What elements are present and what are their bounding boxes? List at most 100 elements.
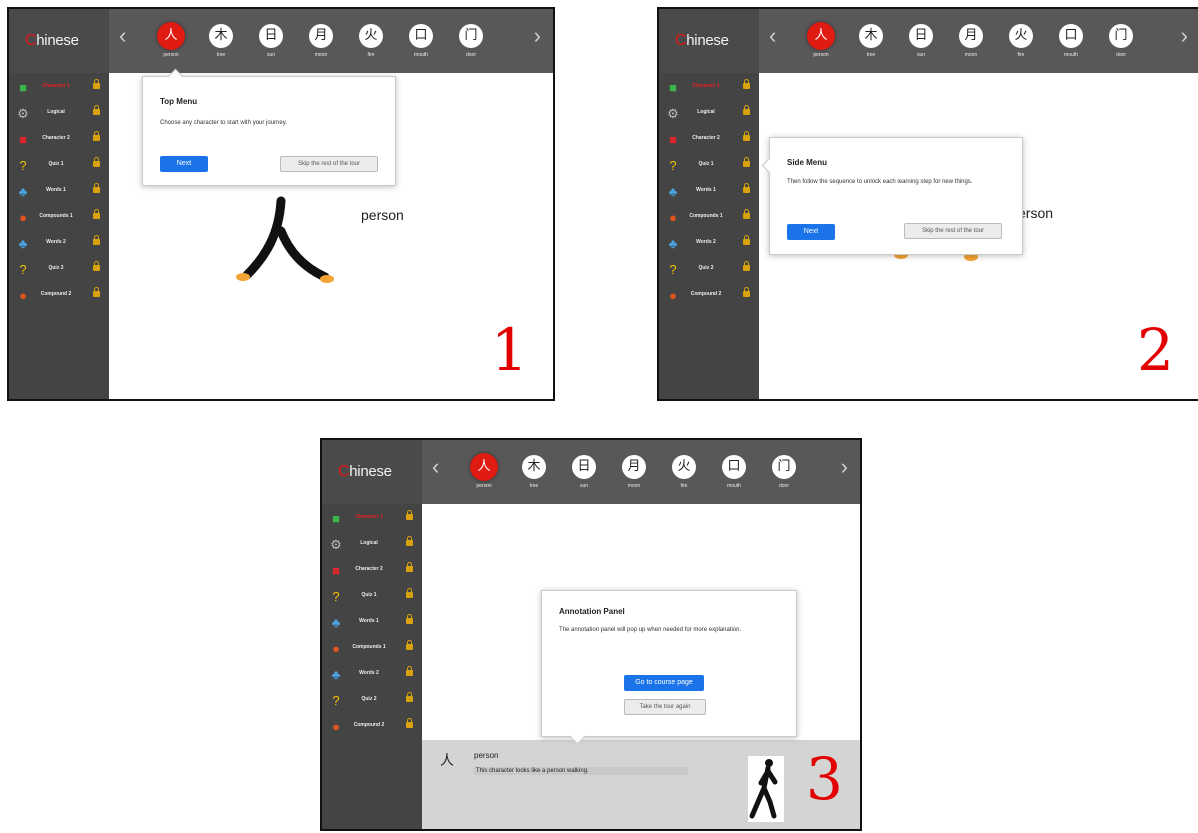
sidebar-item-quiz-2[interactable]: ? Quiz 2	[659, 259, 759, 285]
character-door-button[interactable]: 门	[1109, 24, 1133, 48]
logo-letter: C	[675, 32, 687, 49]
logo-text: hinese	[349, 463, 392, 480]
sidebar-item-words-1[interactable]: ♣ Words 1	[322, 612, 422, 638]
sidebar-item-quiz-1[interactable]: ? Quiz 1	[322, 586, 422, 612]
next-button[interactable]: Next	[160, 156, 208, 172]
sidebar-item-words-2[interactable]: ♣ Words 2	[9, 233, 109, 259]
sidebar-item-label: Words 2	[46, 239, 66, 245]
character-moon-button[interactable]: 月	[309, 24, 333, 48]
character-fire-button[interactable]: 火	[1009, 24, 1033, 48]
character-sun-button[interactable]: 日	[259, 24, 283, 48]
character-person-label: person	[813, 52, 829, 58]
sidebar-item-compound-2[interactable]: ● Compound 2	[9, 285, 109, 311]
character-mouth-label: mouth	[414, 52, 428, 58]
character-person-button[interactable]: 人	[807, 22, 835, 50]
sidebar-item-label: Quiz 2	[698, 265, 714, 271]
sidebar-item-compounds-1[interactable]: ● Compounds 1	[659, 207, 759, 233]
next-arrow-icon[interactable]: ›	[841, 456, 848, 478]
go-to-course-page-button[interactable]: Go to course page	[624, 675, 704, 691]
character-moon-button[interactable]: 月	[959, 24, 983, 48]
step-number: 1	[491, 316, 528, 384]
next-button[interactable]: Next	[787, 224, 835, 240]
character-fire-label: fire	[367, 52, 375, 58]
character-door-button[interactable]: 门	[459, 24, 483, 48]
sidebar-item-character-1[interactable]: ■ Character 1	[659, 77, 759, 103]
cubes-icon: ♣	[331, 615, 341, 630]
top-menu: Chinese ‹ 人 person 木 tree 日 sun 月 moon 火 fire 口 mou…	[9, 9, 553, 73]
question-icon: ?	[332, 589, 340, 604]
sidebar-item-compounds-1[interactable]: ● Compounds 1	[9, 207, 109, 233]
sidebar-item-compound-2[interactable]: ● Compound 2	[322, 716, 422, 742]
character-door-button[interactable]: 门	[772, 455, 796, 479]
gear-icon: ⚙	[667, 106, 679, 121]
sidebar-item-logical[interactable]: ⚙ Logical	[659, 103, 759, 129]
sidebar-item-quiz-1[interactable]: ? Quiz 1	[9, 155, 109, 181]
character-sun-button[interactable]: 日	[909, 24, 933, 48]
sidebar-item-label: Words 1	[46, 187, 66, 193]
sidebar-item-words-1[interactable]: ♣ Words 1	[659, 181, 759, 207]
sidebar-item-label: Logical	[360, 540, 378, 546]
dialog-body: The annotation panel will pop up when ne…	[559, 627, 742, 633]
walking-person-character	[236, 196, 334, 283]
character-tree-label: tree	[866, 52, 876, 58]
brand-logo: Chinese	[659, 9, 759, 73]
character-fire-button[interactable]: 火	[672, 455, 696, 479]
character-tree-button[interactable]: 木	[522, 455, 546, 479]
character-sun-button[interactable]: 日	[572, 455, 596, 479]
character-mouth-label: mouth	[727, 483, 741, 489]
sidebar-item-words-1[interactable]: ♣ Words 1	[9, 181, 109, 207]
sidebar-item-quiz-2[interactable]: ? Quiz 2	[9, 259, 109, 285]
sidebar-item-quiz-2[interactable]: ? Quiz 2	[322, 690, 422, 716]
character-moon-button[interactable]: 月	[622, 455, 646, 479]
sidebar-item-character-2[interactable]: ■ Character 2	[9, 129, 109, 155]
sidebar-item-words-2[interactable]: ♣ Words 2	[659, 233, 759, 259]
character-fire-label: fire	[680, 483, 688, 489]
sidebar-item-label: Words 2	[359, 670, 379, 676]
lock-icon	[93, 105, 100, 115]
character-mouth-button[interactable]: 口	[409, 24, 433, 48]
character-fire-label: fire	[1017, 52, 1025, 58]
prev-arrow-icon[interactable]: ‹	[432, 456, 439, 478]
prev-arrow-icon[interactable]: ‹	[119, 25, 126, 47]
take-tour-again-button[interactable]: Take the tour again	[624, 699, 706, 715]
character-moon-label: moon	[627, 483, 641, 489]
character-mouth-button[interactable]: 口	[1059, 24, 1083, 48]
sidebar-item-label: Quiz 1	[361, 592, 377, 598]
next-arrow-icon[interactable]: ›	[1181, 25, 1188, 47]
sidebar-item-character-1[interactable]: ■ Character 1	[9, 77, 109, 103]
green-cube-icon: ■	[332, 511, 340, 526]
character-person-button[interactable]: 人	[470, 453, 498, 481]
logo-text: hinese	[36, 32, 79, 49]
step-number: 3	[806, 745, 843, 813]
sidebar-item-character-2[interactable]: ■ Character 2	[322, 560, 422, 586]
character-tree-button[interactable]: 木	[859, 24, 883, 48]
character-meaning: erson	[1018, 205, 1054, 221]
sidebar-item-character-2[interactable]: ■ Character 2	[659, 129, 759, 155]
sidebar-item-compounds-1[interactable]: ● Compounds 1	[322, 638, 422, 664]
sidebar-item-label: Compounds 1	[352, 644, 386, 650]
skip-tour-button[interactable]: Skip the rest of the tour	[280, 156, 378, 172]
cubes-icon: ♣	[668, 184, 678, 199]
character-mouth-button[interactable]: 口	[722, 455, 746, 479]
sidebar-item-character-1[interactable]: ■ Character 1	[322, 508, 422, 534]
question-icon: ?	[669, 262, 677, 277]
character-person-button[interactable]: 人	[157, 22, 185, 50]
sidebar-item-words-2[interactable]: ♣ Words 2	[322, 664, 422, 690]
sidebar-item-logical[interactable]: ⚙ Logical	[322, 534, 422, 560]
sidebar-item-logical[interactable]: ⚙ Logical	[9, 103, 109, 129]
prev-arrow-icon[interactable]: ‹	[769, 25, 776, 47]
sidebar-item-compound-2[interactable]: ● Compound 2	[659, 285, 759, 311]
character-person-label: person	[476, 483, 492, 489]
cubes-icon: ♣	[18, 184, 28, 199]
character-fire-button[interactable]: 火	[359, 24, 383, 48]
sidebar-item-quiz-1[interactable]: ? Quiz 1	[659, 155, 759, 181]
gear-icon: ⚙	[330, 537, 342, 552]
gear-icon: ⚙	[17, 106, 29, 121]
skip-tour-button[interactable]: Skip the rest of the tour	[904, 223, 1002, 239]
brand-logo: Chinese	[322, 440, 422, 504]
lock-icon	[406, 640, 413, 650]
character-tree-button[interactable]: 木	[209, 24, 233, 48]
next-arrow-icon[interactable]: ›	[534, 25, 541, 47]
sidebar-item-label: Quiz 1	[698, 161, 714, 167]
side-menu: ■ Character 1 ⚙ Logical ■ Character 2? Quiz 1 ♣…	[9, 73, 109, 399]
